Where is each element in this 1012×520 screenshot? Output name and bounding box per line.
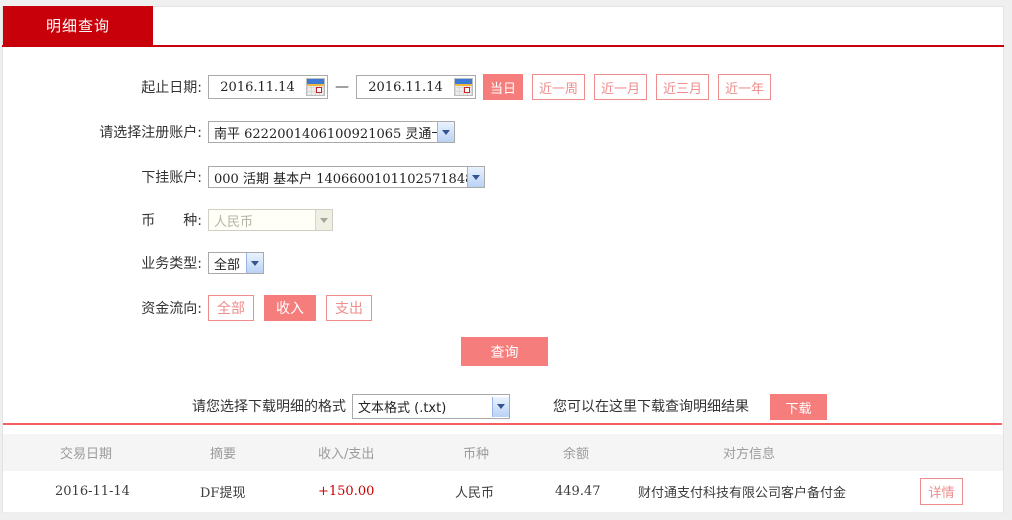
- quick-range-month-button[interactable]: 近一月: [594, 74, 648, 100]
- registered-account-value: 南平 6222001406100921065 灵通卡: [214, 126, 437, 142]
- col-header-currency: 币种: [463, 447, 490, 462]
- flow-income-button[interactable]: 收入: [264, 295, 316, 321]
- cell-detail: 详情: [920, 478, 1003, 505]
- registered-account-label: 请选择注册账户:: [99, 125, 202, 141]
- download-format-value: 文本格式 (.txt): [358, 401, 447, 416]
- chevron-down-icon[interactable]: [437, 122, 454, 142]
- col-header-date: 交易日期: [60, 447, 113, 462]
- registered-account-row: 请选择注册账户: 南平 6222001406100921065 灵通卡: [2, 121, 1004, 143]
- download-row: 请您选择下载明细的格式 文本格式 (.txt) 您可以在这里下载查询明细结果 下…: [2, 394, 1004, 420]
- chevron-down-icon[interactable]: [246, 253, 263, 273]
- date-range-label: 起止日期:: [141, 80, 202, 96]
- quick-range-week-button[interactable]: 近一周: [532, 74, 586, 100]
- date-separator: —: [335, 79, 349, 95]
- tab-detail-query[interactable]: 明细查询: [3, 6, 153, 45]
- query-button[interactable]: 查询: [461, 337, 548, 366]
- business-type-select[interactable]: 全部: [208, 252, 264, 274]
- date-from-input[interactable]: 2016.11.14: [208, 75, 328, 99]
- quick-range-3months-button[interactable]: 近三月: [656, 74, 710, 100]
- cell-counterparty: 财付通支付科技有限公司客户备付金: [638, 486, 847, 501]
- business-type-value: 全部: [214, 257, 241, 273]
- cell-summary: DF提现: [200, 486, 246, 501]
- cell-date: 2016-11-14: [55, 484, 130, 499]
- date-from-value: 2016.11.14: [220, 79, 295, 95]
- detail-query-screen: 明细查询 起止日期: 2016.11.14 — 2016.11.14 当日 近一…: [0, 0, 1012, 520]
- fund-flow-label: 资金流向:: [141, 301, 202, 317]
- col-header-amount: 收入/支出: [318, 447, 375, 462]
- cell-balance: 449.47: [555, 484, 601, 499]
- fund-flow-row: 资金流向: 全部 收入 支出: [2, 295, 1004, 321]
- business-type-label: 业务类型:: [141, 256, 202, 272]
- sub-account-label: 下挂账户:: [141, 170, 202, 186]
- business-type-row: 业务类型: 全部: [2, 252, 1004, 274]
- cell-amount: +150.00: [318, 484, 375, 499]
- download-button[interactable]: 下载: [770, 394, 827, 420]
- chevron-down-icon: [315, 210, 332, 230]
- currency-label: 币 种:: [141, 213, 202, 229]
- table-row: 2016-11-14 DF提现 +150.00 人民币 449.47 财付通支付…: [3, 471, 1003, 513]
- calendar-icon[interactable]: [306, 78, 325, 96]
- date-range-row: 起止日期: 2016.11.14 — 2016.11.14 当日 近一周 近一月…: [2, 74, 1004, 100]
- tab-label: 明细查询: [45, 17, 110, 35]
- download-format-select[interactable]: 文本格式 (.txt): [352, 394, 510, 419]
- download-format-label: 请您选择下载明细的格式: [192, 399, 346, 415]
- table-header: 交易日期 摘要 收入/支出 币种 余额 对方信息: [3, 434, 1003, 471]
- cell-currency: 人民币: [455, 486, 495, 501]
- sub-account-value: 000 活期 基本户 1406600101102571848: [214, 171, 467, 187]
- registered-account-select[interactable]: 南平 6222001406100921065 灵通卡: [208, 121, 455, 143]
- currency-select: 人民币: [208, 209, 333, 231]
- currency-row: 币 种: 人民币: [2, 209, 1004, 231]
- currency-value: 人民币: [214, 214, 254, 230]
- col-header-balance: 余额: [563, 447, 590, 462]
- flow-expense-button[interactable]: 支出: [326, 295, 372, 321]
- table-top-divider: [3, 423, 1002, 425]
- col-header-summary: 摘要: [210, 447, 237, 462]
- calendar-icon[interactable]: [454, 78, 473, 96]
- sub-account-row: 下挂账户: 000 活期 基本户 1406600101102571848: [2, 166, 1004, 188]
- flow-all-button[interactable]: 全部: [208, 295, 254, 321]
- download-hint: 您可以在这里下载查询明细结果: [553, 399, 749, 415]
- sub-account-select[interactable]: 000 活期 基本户 1406600101102571848: [208, 166, 485, 188]
- quick-range-today-button[interactable]: 当日: [483, 74, 524, 100]
- col-header-counterparty: 对方信息: [723, 447, 776, 462]
- chevron-down-icon[interactable]: [467, 167, 484, 187]
- detail-button[interactable]: 详情: [920, 478, 963, 505]
- chevron-down-icon[interactable]: [492, 396, 509, 417]
- date-to-input[interactable]: 2016.11.14: [356, 75, 476, 99]
- quick-range-year-button[interactable]: 近一年: [718, 74, 772, 100]
- brand-divider: [2, 45, 1004, 47]
- date-to-value: 2016.11.14: [368, 79, 443, 95]
